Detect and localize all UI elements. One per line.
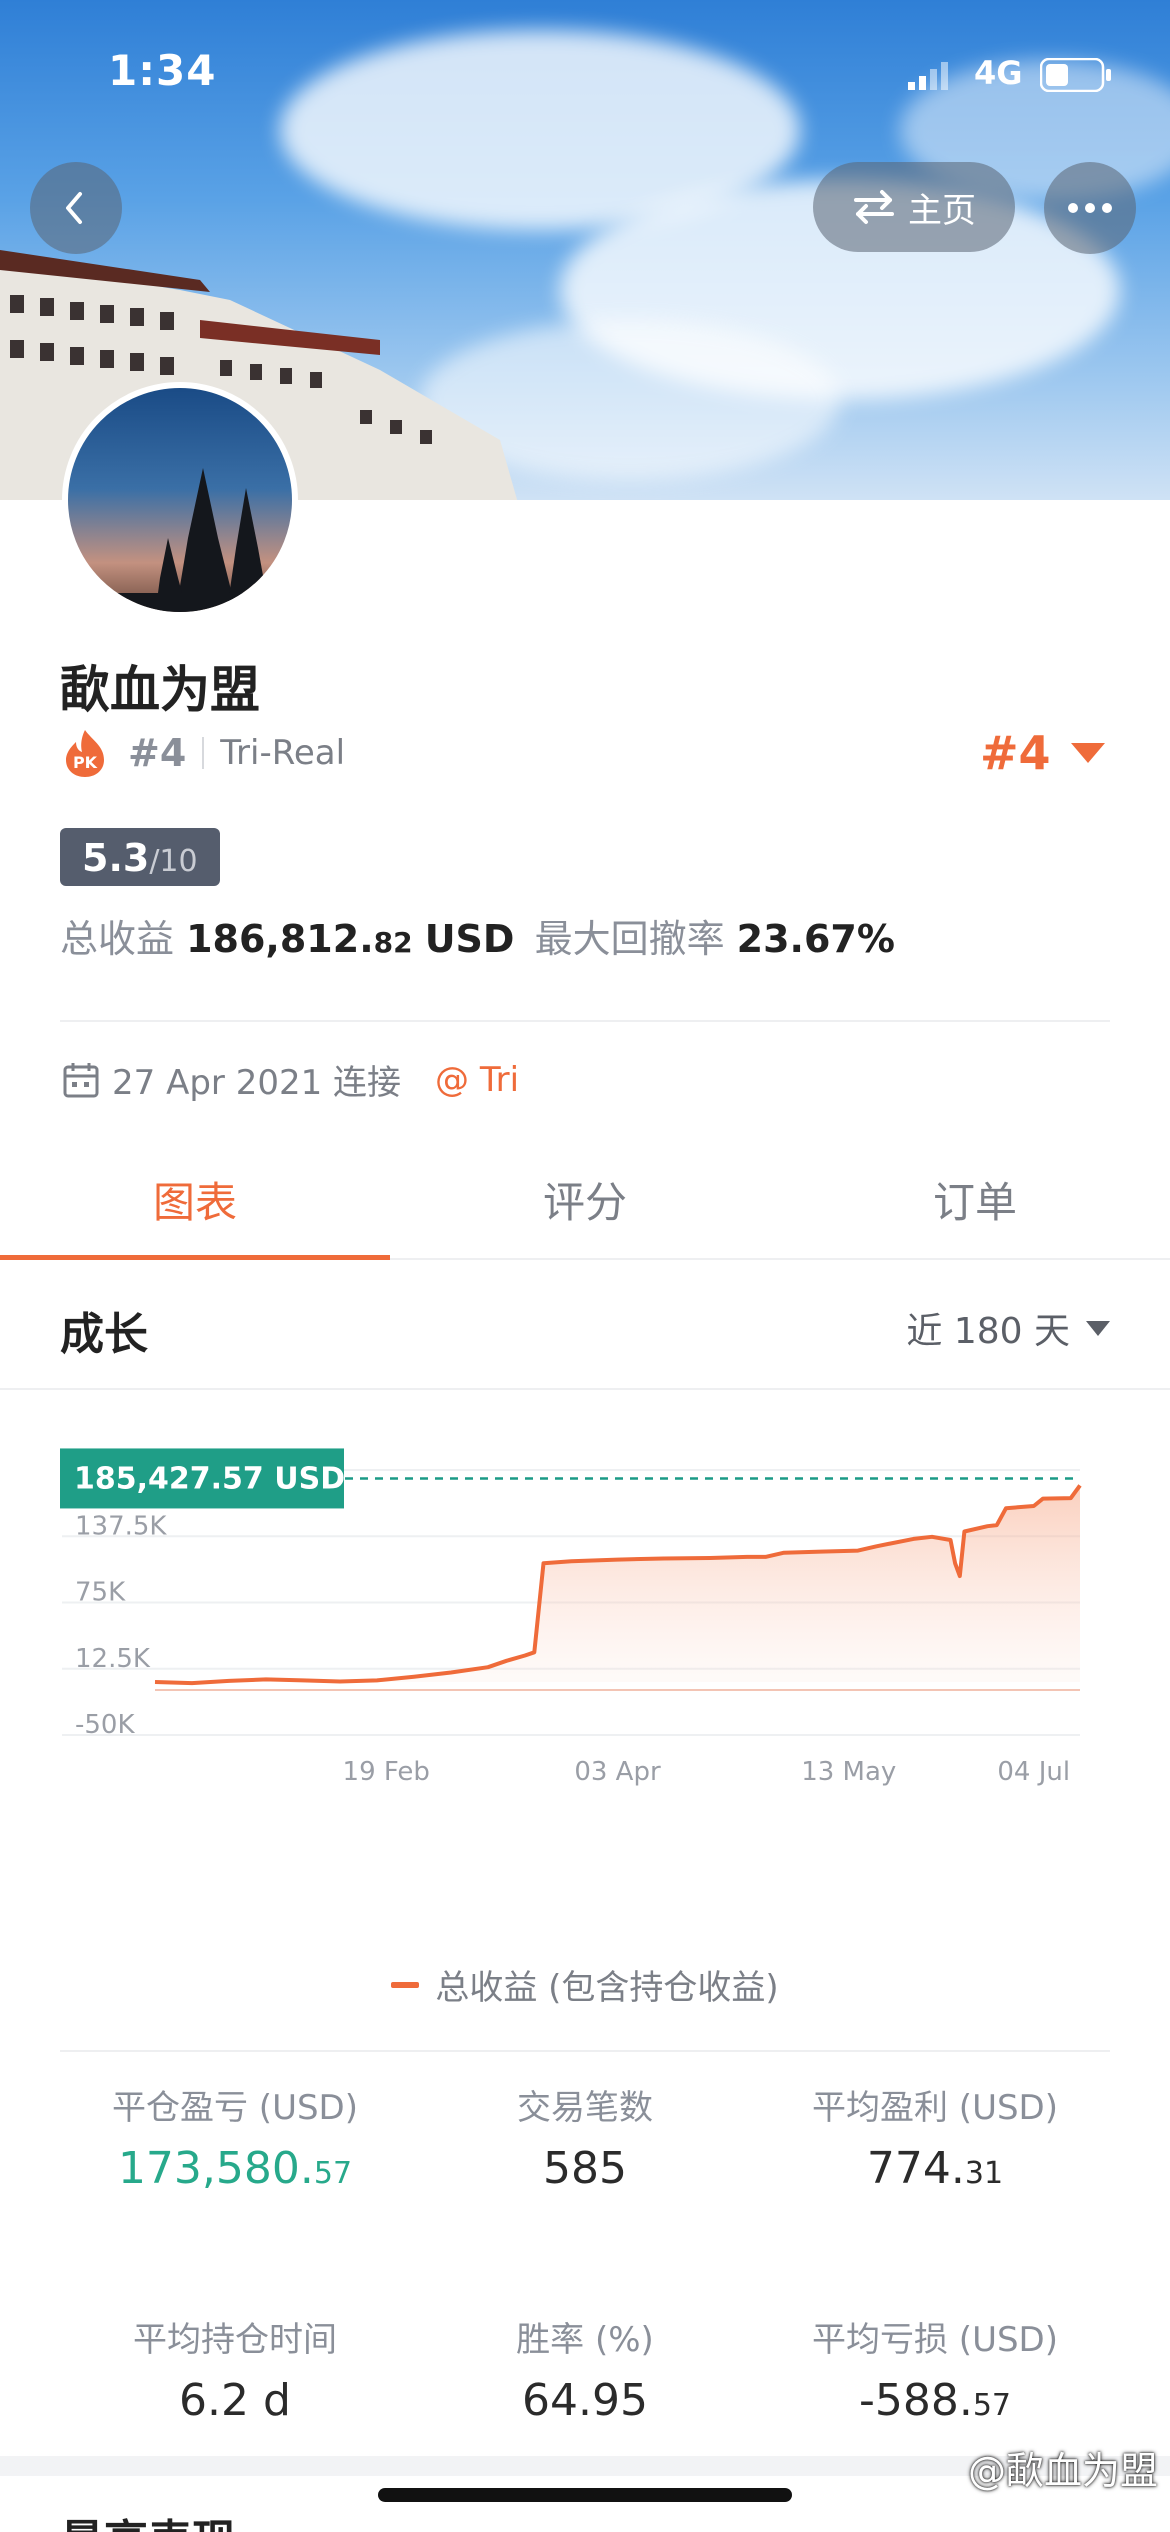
growth-area <box>155 1485 1080 1684</box>
metric-value-int: 64.95 <box>522 2375 648 2426</box>
legend-swatch <box>391 1981 420 1988</box>
x-tick-label: 03 Apr <box>574 1757 661 1787</box>
tab-rating[interactable]: 评分 <box>390 1140 780 1258</box>
tab-chart[interactable]: 图表 <box>0 1140 390 1260</box>
metric-value: 585 <box>390 2143 780 2194</box>
avatar-trees-graphic <box>68 468 292 612</box>
metric-avg-hold-time: 平均持仓时间 6.2 d <box>40 2312 430 2426</box>
divider <box>60 2050 1110 2052</box>
range-select-label: 近 180 天 <box>906 1311 1070 1352</box>
rank-dropdown-label: #4 <box>980 726 1051 780</box>
caret-down-icon <box>1070 743 1105 763</box>
score-max: /10 <box>149 844 198 879</box>
total-profit-unit: USD <box>424 917 515 961</box>
broker-name: Tri-Real <box>220 733 346 773</box>
trader-name: 歃血为盟 <box>60 661 260 719</box>
more-dots-icon <box>1068 203 1112 213</box>
metric-label: 平均亏损 (USD) <box>812 2320 1058 2360</box>
current-value-label: 185,427.57 USD <box>74 1461 345 1496</box>
mention-link[interactable]: @ Tri <box>435 1060 519 1100</box>
divider <box>202 737 205 769</box>
connect-date: 27 Apr 2021 连接 <box>112 1063 402 1103</box>
metric-label: 平仓盈亏 (USD) <box>112 2088 358 2128</box>
metric-value-int: 585 <box>543 2143 627 2194</box>
rank-number: #4 <box>128 731 187 775</box>
switch-arrows-icon <box>854 190 894 224</box>
y-tick-label: 75K <box>75 1578 126 1608</box>
next-section-title: 最高表现 <box>60 2505 236 2532</box>
more-options-button[interactable] <box>1044 162 1136 254</box>
chart-legend: 总收益 (包含持仓收益) <box>0 1960 1170 2009</box>
metric-value: 173,580.57 <box>40 2143 430 2194</box>
cellular-signal-icon <box>908 62 948 90</box>
growth-title: 成长 <box>60 1309 148 1360</box>
score-badge: 5.3 /10 <box>60 828 220 886</box>
caret-down-icon <box>1086 1320 1110 1336</box>
metric-avg-loss: 平均亏损 (USD) -588.57 <box>740 2312 1130 2426</box>
chevron-left-icon <box>66 192 82 224</box>
metric-trade-count: 交易笔数 585 <box>390 2080 780 2194</box>
pk-flame-icon: PK <box>66 730 104 777</box>
growth-chart[interactable]: 200K137.5K75K12.5K-50K 19 Feb03 Apr13 Ma… <box>0 1420 1170 1920</box>
status-time: 1:34 <box>108 46 217 95</box>
metric-value-int: 6.2 d <box>179 2375 291 2426</box>
metric-value: 774.31 <box>740 2143 1130 2194</box>
y-tick-label: 137.5K <box>75 1511 167 1541</box>
total-profit-frac: 82 <box>373 926 413 959</box>
rank-row: PK #4 Tri-Real <box>62 725 345 781</box>
range-select[interactable]: 近 180 天 <box>906 1302 1110 1354</box>
network-type: 4G <box>974 54 1023 92</box>
legend-label: 总收益 (包含持仓收益) <box>435 1968 779 2008</box>
metric-value-int: 774. <box>866 2143 965 2194</box>
metric-label: 交易笔数 <box>517 2088 653 2128</box>
avatar[interactable] <box>62 382 298 618</box>
x-tick-label: 13 May <box>801 1757 896 1787</box>
home-indicator[interactable] <box>378 2488 792 2502</box>
y-tick-label: -50K <box>75 1710 135 1740</box>
divider <box>60 1020 1110 1022</box>
profit-summary: 总收益 186,812.82 USD 最大回撤率 23.67% <box>60 908 895 963</box>
max-drawdown-label: 最大回撤率 <box>534 917 725 961</box>
score-value: 5.3 <box>82 836 150 880</box>
connect-info: 27 Apr 2021 连接 @ Tri <box>62 1055 519 1104</box>
metric-value: 64.95 <box>390 2375 780 2426</box>
total-profit-int: 186,812. <box>186 917 374 961</box>
switch-home-button[interactable]: 主页 <box>813 162 1015 252</box>
metric-label: 胜率 (%) <box>516 2320 654 2360</box>
metric-value-int: 173,580. <box>117 2143 314 2194</box>
svg-text:PK: PK <box>73 753 98 772</box>
metric-value: -588.57 <box>740 2375 1130 2426</box>
metric-value-frac: 57 <box>972 2388 1012 2423</box>
y-tick-label: 12.5K <box>75 1644 151 1674</box>
x-tick-label: 19 Feb <box>343 1757 430 1787</box>
tab-orders[interactable]: 订单 <box>780 1140 1170 1258</box>
metric-value-frac: 57 <box>313 2156 353 2191</box>
home-button-label: 主页 <box>908 190 976 231</box>
metric-closed-pnl: 平仓盈亏 (USD) 173,580.57 <box>40 2080 430 2194</box>
battery-icon <box>1040 58 1111 92</box>
rank-dropdown[interactable]: #4 <box>980 726 1105 780</box>
watermark-text: @歃血为盟 <box>967 2449 1158 2493</box>
growth-header: 成长 近 180 天 <box>0 1262 1170 1390</box>
status-bar: 1:34 4G <box>0 0 1170 140</box>
x-tick-label: 04 Jul <box>997 1757 1070 1787</box>
tab-bar: 图表 评分 订单 <box>0 1140 1170 1260</box>
total-profit-label: 总收益 <box>60 917 175 961</box>
calendar-icon <box>63 1062 99 1097</box>
metric-value-int: -588. <box>858 2375 973 2426</box>
metric-label: 平均持仓时间 <box>133 2320 337 2360</box>
back-button[interactable] <box>30 162 122 254</box>
metric-avg-profit: 平均盈利 (USD) 774.31 <box>740 2080 1130 2194</box>
weibo-watermark: @歃血为盟 <box>968 2440 1158 2495</box>
metric-win-rate: 胜率 (%) 64.95 <box>390 2312 780 2426</box>
metric-label: 平均盈利 (USD) <box>812 2088 1058 2128</box>
metric-value: 6.2 d <box>40 2375 430 2426</box>
max-drawdown-value: 23.67% <box>736 917 895 961</box>
metric-value-frac: 31 <box>964 2156 1004 2191</box>
